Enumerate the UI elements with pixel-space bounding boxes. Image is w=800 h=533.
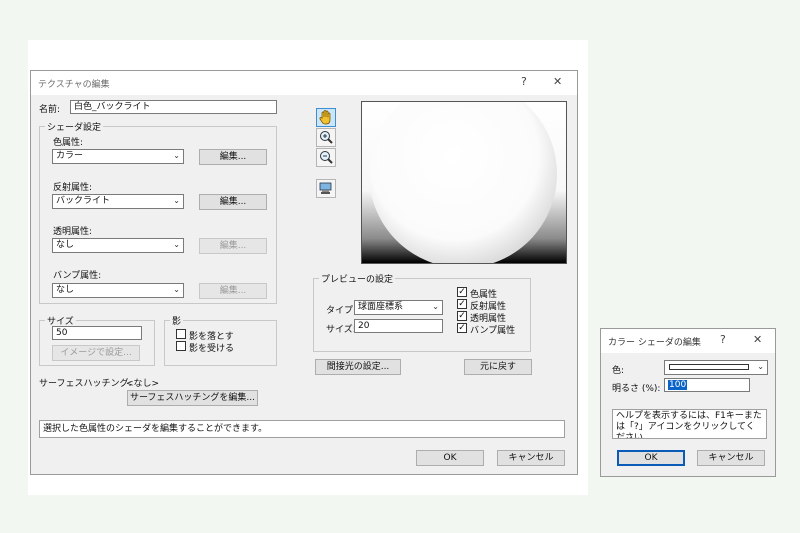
color-help-text-value: ヘルプを表示するには、F1キーまたは「?」アイコンをクリックしてください。: [616, 411, 762, 439]
color-attr-select[interactable]: カラー ⌄: [52, 149, 184, 164]
chevron-down-icon: ⌄: [173, 151, 180, 160]
texture-edit-dialog: テクスチャの編集 ? ✕ 名前: 白色_バックライト シェーダ設定 色属性: カ…: [30, 70, 578, 475]
preview-sphere: [369, 102, 557, 263]
light-settings-icon: [319, 182, 332, 194]
reflect-attr-edit-button[interactable]: 編集...: [199, 194, 267, 210]
bump-check[interactable]: ✓: [457, 323, 467, 333]
color-title-bar: カラー シェーダの編集 ? ✕: [601, 329, 775, 353]
brightness-value: 100: [668, 380, 688, 390]
receive-shadow-label: 影を受ける: [189, 344, 235, 354]
hatch-value: <なし>: [126, 379, 160, 389]
help-button[interactable]: ?: [521, 75, 527, 88]
name-label: 名前:: [39, 105, 61, 115]
reset-button[interactable]: 元に戻す: [464, 359, 532, 375]
ok-button[interactable]: OK: [416, 450, 484, 466]
size-input[interactable]: 50: [52, 326, 142, 340]
pan-tool-button[interactable]: [316, 108, 336, 127]
color-help-button[interactable]: ?: [720, 333, 726, 346]
hand-pan-icon: [319, 110, 331, 125]
type-select[interactable]: 球面座標系 ⌄: [354, 300, 443, 315]
transparent-check[interactable]: ✓: [457, 311, 467, 321]
transparent-attr-select[interactable]: なし ⌄: [52, 238, 184, 253]
zoom-in-icon: [320, 131, 333, 144]
type-value: 球面座標系: [358, 302, 404, 312]
reflect-check[interactable]: ✓: [457, 299, 467, 309]
light-settings-button[interactable]: [316, 179, 336, 198]
bump-check-label: バンプ属性: [470, 326, 516, 336]
transparent-attr-label: 透明属性:: [53, 227, 93, 237]
cancel-button[interactable]: キャンセル: [497, 450, 565, 466]
texture-preview: [361, 101, 567, 264]
color-help-text: ヘルプを表示するには、F1キーまたは「?」アイコンをクリックしてください。: [612, 409, 767, 439]
chevron-down-icon: ⌄: [173, 196, 180, 205]
chevron-down-icon: ⌄: [173, 240, 180, 249]
brightness-label: 明るさ (%):: [612, 384, 661, 394]
chevron-down-icon: ⌄: [173, 285, 180, 294]
bump-attr-value: なし: [56, 285, 75, 295]
color-shader-dialog: カラー シェーダの編集 ? ✕ 色: ⌄ 明るさ (%): 100 ヘルプを表示…: [600, 328, 776, 477]
name-input[interactable]: 白色_バックライト: [70, 100, 277, 114]
shader-settings-label: シェーダ設定: [45, 120, 104, 133]
chevron-down-icon: ⌄: [757, 362, 764, 371]
preview-size-label: サイズ:: [326, 325, 356, 335]
hatch-edit-button[interactable]: サーフェスハッチングを編集...: [127, 390, 258, 406]
zoom-out-icon: [320, 151, 333, 164]
image-size-button[interactable]: イメージで設定...: [52, 345, 140, 361]
color-attr-label: 色属性:: [53, 138, 84, 148]
reflect-attr-label: 反射属性:: [53, 183, 93, 193]
brightness-input[interactable]: 100: [664, 378, 750, 392]
hatch-label: サーフェスハッチング:: [39, 379, 132, 389]
color-ok-button[interactable]: OK: [617, 450, 685, 466]
color-dialog-title: カラー シェーダの編集: [608, 338, 701, 348]
transparent-attr-edit-button[interactable]: 編集...: [199, 238, 267, 254]
chevron-down-icon: ⌄: [432, 302, 439, 311]
color-label: 色:: [612, 366, 625, 376]
transparent-attr-value: なし: [56, 240, 75, 250]
zoom-out-button[interactable]: [316, 148, 336, 167]
receive-shadow-checkbox[interactable]: [176, 341, 186, 351]
reflect-attr-select[interactable]: バックライト ⌄: [52, 194, 184, 209]
color-select[interactable]: ⌄: [664, 360, 768, 375]
color-attr-value: カラー: [56, 151, 84, 161]
reflect-attr-value: バックライト: [56, 196, 111, 206]
status-bar: 選択した色属性のシェーダを編集することができます。: [39, 420, 565, 438]
bump-attr-label: バンプ属性:: [53, 271, 102, 281]
type-label: タイプ:: [326, 306, 357, 316]
color-swatch: [669, 364, 749, 370]
preview-size-input[interactable]: 20: [354, 319, 443, 333]
color-cancel-button[interactable]: キャンセル: [697, 450, 765, 466]
shadow-group-label: 影: [170, 314, 184, 327]
bump-attr-select[interactable]: なし ⌄: [52, 283, 184, 298]
preview-settings-label: プレビューの設定: [319, 272, 396, 285]
indirect-light-button[interactable]: 間接光の設定...: [315, 359, 401, 375]
title-bar: テクスチャの編集 ? ✕: [31, 71, 577, 95]
zoom-in-button[interactable]: [316, 128, 336, 147]
cast-shadow-checkbox[interactable]: [176, 329, 186, 339]
color-check[interactable]: ✓: [457, 287, 467, 297]
dialog-title: テクスチャの編集: [38, 80, 110, 90]
close-button[interactable]: ✕: [553, 75, 562, 88]
color-attr-edit-button[interactable]: 編集...: [199, 149, 267, 165]
bump-attr-edit-button[interactable]: 編集...: [199, 283, 267, 299]
color-close-button[interactable]: ✕: [753, 333, 762, 346]
